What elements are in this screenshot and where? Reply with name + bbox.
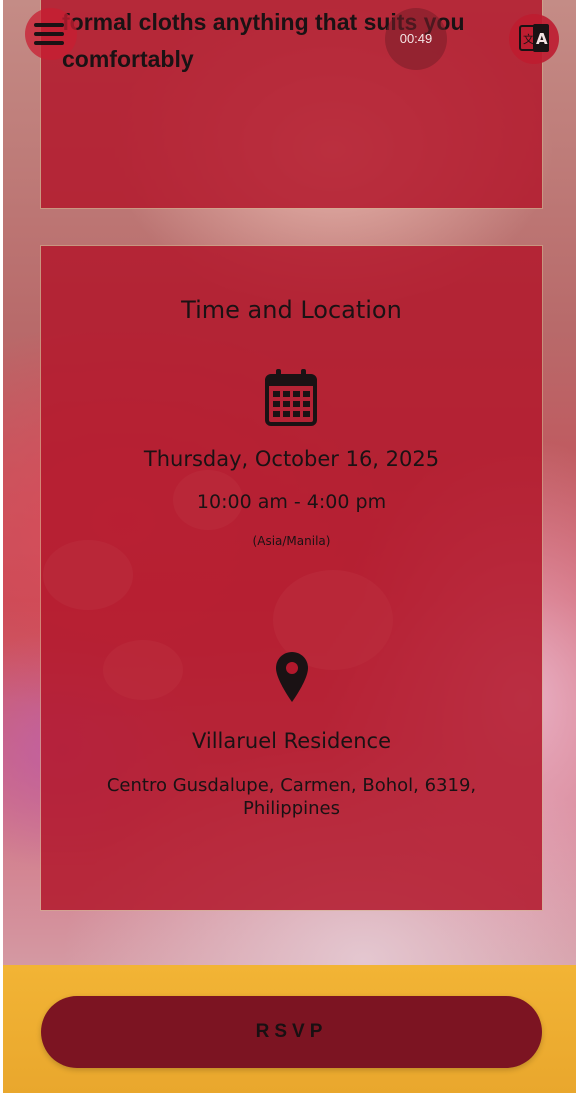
time-location-card: Time and Location Thursday, October 16, … xyxy=(41,246,542,910)
calendar-icon xyxy=(264,368,318,430)
translate-icon: 文 A xyxy=(519,24,549,52)
translate-button[interactable]: 文 A xyxy=(509,14,559,64)
hamburger-menu-icon xyxy=(34,41,64,45)
venue-name: Villaruel Residence xyxy=(191,729,392,753)
rsvp-button[interactable]: RSVP xyxy=(41,996,542,1068)
section-title: Time and Location xyxy=(181,296,402,324)
event-date: Thursday, October 16, 2025 xyxy=(143,447,440,471)
invitation-screen: Time and Location Thursday, October 16, … xyxy=(3,0,576,1093)
hamburger-menu-icon xyxy=(34,23,64,27)
map-pin-icon xyxy=(276,652,308,706)
event-time: 10:00 am - 4:00 pm xyxy=(196,491,387,513)
svg-text:文: 文 xyxy=(523,32,534,46)
menu-button[interactable] xyxy=(25,8,77,60)
venue-address: Centro Gusdalupe, Carmen, Bohol, 6319, P… xyxy=(106,775,477,819)
svg-text:A: A xyxy=(536,30,548,48)
hamburger-menu-icon xyxy=(34,32,64,36)
event-timezone: (Asia/Manila) xyxy=(252,534,331,548)
music-timer[interactable]: 00:49 xyxy=(385,8,447,70)
